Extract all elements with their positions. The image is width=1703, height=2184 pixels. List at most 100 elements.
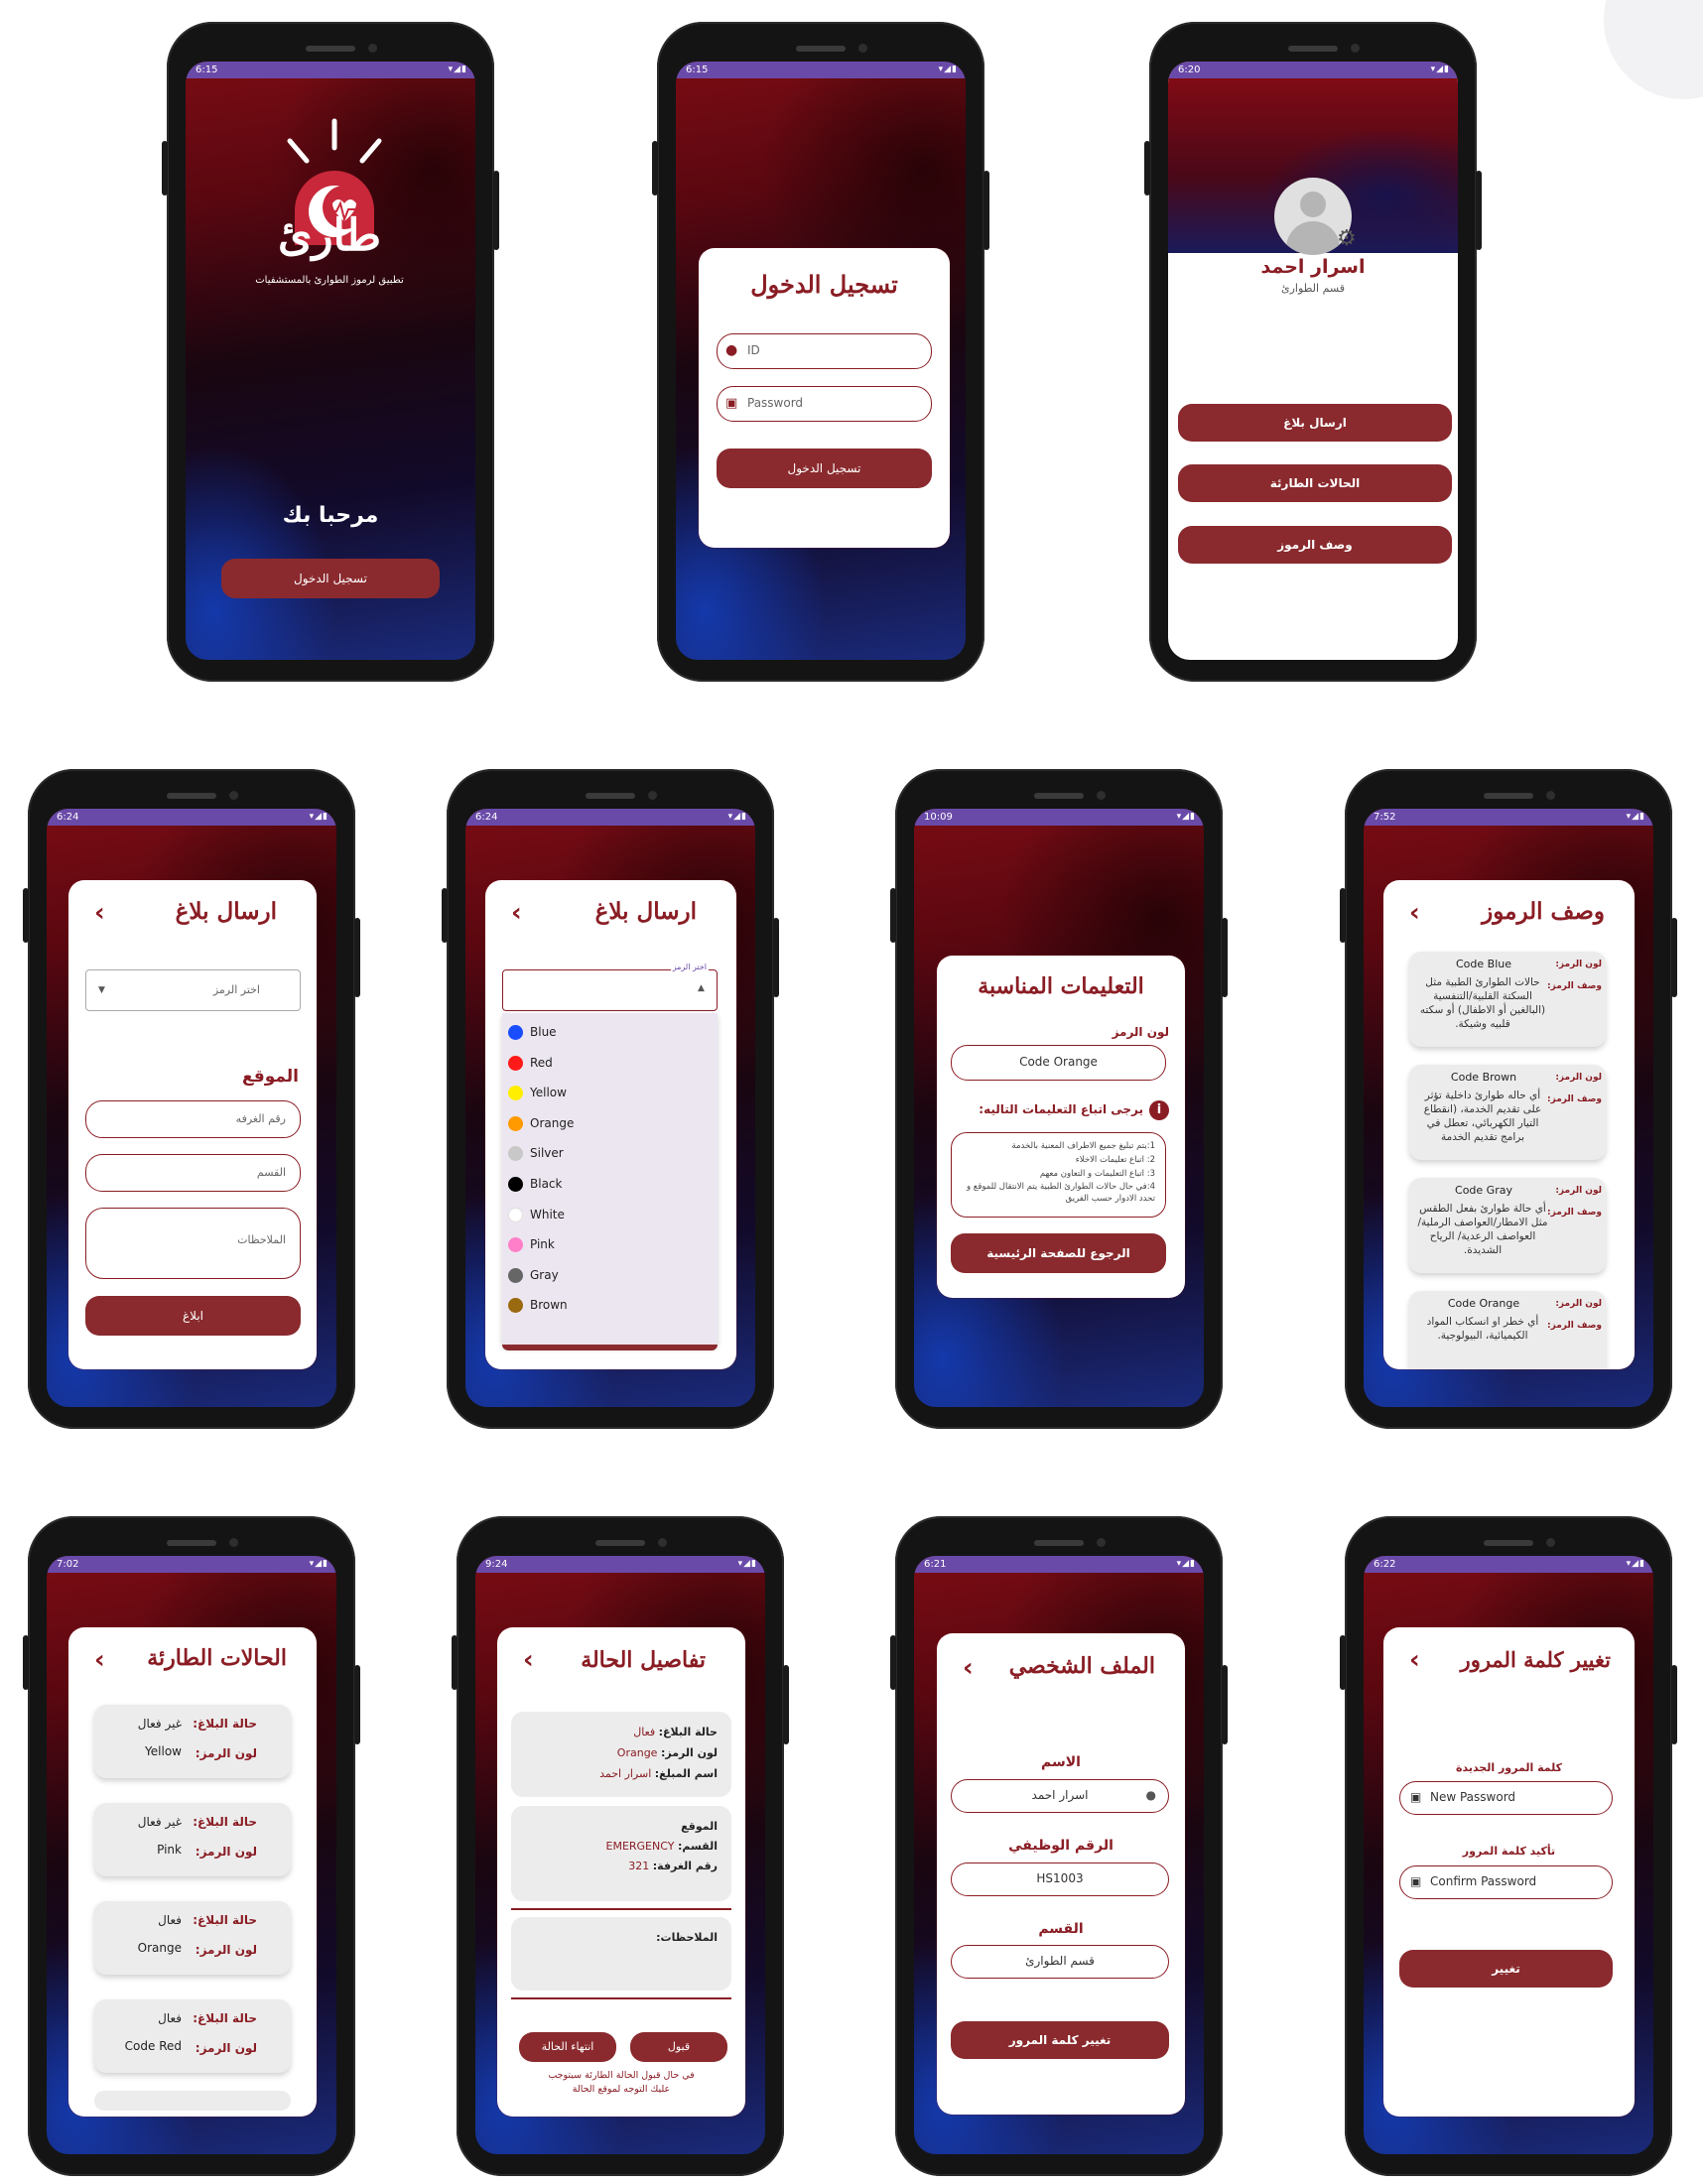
send-report-button[interactable]: ارسال بلاغ: [1178, 404, 1452, 442]
change-password-title: تغيير كلمة المرور: [1460, 1647, 1611, 1672]
color-swatch-icon: [508, 1146, 523, 1162]
home-screen: 6:20 ▾◢▮ ⚙ اسرار احمد قسم الطوارئ ارسال ب…: [1168, 62, 1458, 660]
notes-field[interactable]: الملاحظات: [85, 1208, 301, 1279]
dropdown-option[interactable]: White: [508, 1204, 565, 1225]
color-swatch-icon: [508, 1025, 523, 1040]
code-desc-label: وصف الرمز:: [1547, 1321, 1602, 1331]
lock-icon: ▣: [725, 396, 738, 411]
gear-icon[interactable]: ⚙: [1337, 226, 1357, 251]
code-item: Code Brown لون الرمز: وصف الرمز: أي حاله طو…: [1409, 1065, 1606, 1160]
accept-case-button[interactable]: قبول: [630, 2032, 727, 2062]
back-chevron-icon[interactable]: ‹: [94, 900, 105, 926]
step-1: 1:يتم تبليغ جميع الاطراف المعنية بالخدمة: [1011, 1141, 1155, 1151]
back-chevron-icon[interactable]: ‹: [1409, 1647, 1420, 1673]
code-color-label: لون الرمز:: [1555, 1186, 1602, 1196]
department-field: قسم الطوارئ: [951, 1945, 1169, 1979]
color-swatch-icon: [508, 1055, 523, 1071]
cases-screen: 7:02 ▾◢▮ الحالات الطارئة ‹ حالة البلاغ: غي…: [47, 1556, 336, 2154]
submit-report-button[interactable]: ابلاغ: [85, 1296, 301, 1336]
dropdown-option[interactable]: Black: [508, 1173, 562, 1195]
id-field[interactable]: ● ID: [717, 333, 932, 369]
next-case-edge: [94, 2091, 291, 2111]
color-swatch-icon: [508, 1177, 523, 1192]
case-item[interactable]: حالة البلاغ: غير فعال لون الرمز: Yellow: [94, 1705, 291, 1778]
case-color-label: لون الرمز:: [195, 2041, 257, 2055]
login-submit-button[interactable]: تسجيل الدخول: [717, 449, 932, 488]
divider: [511, 1908, 731, 1910]
profile-title: الملف الشخصي: [1008, 1653, 1155, 1679]
name-field[interactable]: اسرار احمد ●: [951, 1779, 1169, 1813]
department-field[interactable]: القسم: [85, 1154, 301, 1192]
status-bar: 6:21 ▾◢▮: [914, 1556, 1204, 1573]
case-item[interactable]: حالة البلاغ: فعال لون الرمز: Orange: [94, 1901, 291, 1975]
change-submit-button[interactable]: تغيير: [1399, 1950, 1613, 1988]
codes-screen: 7:52 ▾◢▮ وصف الرموز ‹ Code Blue لون الرمز:…: [1364, 809, 1653, 1407]
dropdown-option[interactable]: Red: [508, 1052, 553, 1074]
department-label: القسم: [1038, 1921, 1084, 1937]
notes-label: الملاحظات:: [656, 1931, 718, 1944]
logo-subtitle: تطبيق لرموز الطوارئ بالمستشفيات: [255, 275, 404, 286]
status-label: حالة البلاغ:: [658, 1726, 718, 1738]
back-chevron-icon[interactable]: ‹: [963, 1655, 974, 1681]
login-card: تسجيل الدخول ● ID ▣ Password تسجيل الدخو…: [699, 248, 950, 548]
dropdown-option[interactable]: Orange: [508, 1112, 574, 1134]
location-label: الموقع: [241, 1067, 299, 1087]
lock-icon: ▣: [1410, 1874, 1422, 1888]
job-label: الرقم الوظيفي: [1008, 1838, 1114, 1854]
report-title: ارسال بلاغ: [175, 898, 277, 925]
back-chevron-icon[interactable]: ‹: [1409, 900, 1420, 926]
dropdown-option-label: Blue: [530, 1025, 557, 1039]
dropdown-option[interactable]: Yellow: [508, 1082, 567, 1103]
case-item[interactable]: حالة البلاغ: غير فعال لون الرمز: Pink: [94, 1803, 291, 1876]
back-chevron-icon[interactable]: ‹: [511, 900, 522, 926]
change-password-button[interactable]: تغيير كلمة المرور: [951, 2021, 1169, 2059]
code-desc-label: وصف الرمز:: [1547, 1208, 1602, 1218]
dropdown-option[interactable]: Brown: [508, 1294, 568, 1316]
status-bar: 7:52 ▾◢▮: [1364, 809, 1653, 826]
codes-title: وصف الرموز: [1482, 898, 1605, 925]
case-summary-box: حالة البلاغ: فعال لون الرمز: Orange اسم …: [511, 1712, 731, 1797]
back-chevron-icon[interactable]: ‹: [94, 1647, 105, 1673]
location-label: الموقع: [681, 1820, 718, 1833]
login-button[interactable]: تسجيل الدخول: [221, 559, 440, 598]
dropdown-option-label: White: [530, 1207, 565, 1221]
password-field[interactable]: ▣ Password: [717, 386, 932, 422]
case-item[interactable]: حالة البلاغ: فعال لون الرمز: Code Red: [94, 1999, 291, 2073]
code-select[interactable]: ▼ اختر الرمز: [85, 969, 301, 1011]
dropdown-option-label: Black: [530, 1177, 563, 1191]
end-case-button[interactable]: انتهاء الحالة: [519, 2032, 616, 2062]
case-details-title: تفاصيل الحالة: [581, 1647, 706, 1673]
color-swatch-icon: [508, 1298, 523, 1314]
phone-case-details: 9:24 ▾◢▮ تفاصيل الحالة ‹ حالة البلاغ: فعا…: [452, 1516, 789, 2176]
code-desc-label: وصف الرمز:: [1547, 981, 1602, 991]
phone-cases: 7:02 ▾◢▮ الحالات الطارئة ‹ حالة البلاغ: غي…: [23, 1516, 360, 2176]
new-password-field[interactable]: ▣ New Password: [1399, 1781, 1613, 1815]
instructions-card: التعليمات المناسبة لون الرمز Code Orange…: [937, 956, 1185, 1298]
back-chevron-icon[interactable]: ‹: [523, 1647, 534, 1673]
back-home-button[interactable]: الرجوع للصفحة الرئيسية: [951, 1233, 1166, 1273]
dropdown-option-label: Gray: [530, 1267, 559, 1282]
dropdown-option[interactable]: Silver: [508, 1142, 564, 1164]
case-details-screen: 9:24 ▾◢▮ تفاصيل الحالة ‹ حالة البلاغ: فعا…: [475, 1556, 765, 2154]
status-bar: 6:15 ▾◢▮: [186, 62, 475, 78]
emergency-cases-button[interactable]: الحالات الطارئة: [1178, 464, 1452, 502]
job-field: HS1003: [951, 1863, 1169, 1896]
step-2: 2: اتباع تعليمات الاخلاء: [1075, 1155, 1155, 1165]
dropdown-option[interactable]: Blue: [508, 1021, 557, 1043]
dropdown-option[interactable]: Gray: [508, 1264, 559, 1286]
code-item: Code Orange لون الرمز: وصف الرمز: أي خطر او…: [1409, 1291, 1606, 1369]
confirm-password-field[interactable]: ▣ Confirm Password: [1399, 1865, 1613, 1899]
color-label: لون الرمز:: [660, 1746, 718, 1759]
status-bar: 7:02 ▾◢▮: [47, 1556, 336, 1573]
footnote-line-1: في حال قبول الحالة الطارئة سيتوجب: [548, 2070, 695, 2081]
select-arrow-icon: ▼: [98, 985, 105, 995]
case-status-value: غير فعال: [137, 1815, 182, 1829]
user-icon: ●: [725, 342, 738, 358]
department-value: EMERGENCY: [605, 1840, 675, 1853]
color-swatch-icon: [508, 1086, 523, 1101]
code-select-open[interactable]: اختر الرمز ▲: [502, 963, 718, 1011]
room-value: 321: [628, 1860, 650, 1872]
codes-description-button[interactable]: وصف الرموز: [1178, 526, 1452, 564]
dropdown-option[interactable]: Pink: [508, 1233, 555, 1255]
room-field[interactable]: رقم الغرفه: [85, 1100, 301, 1138]
